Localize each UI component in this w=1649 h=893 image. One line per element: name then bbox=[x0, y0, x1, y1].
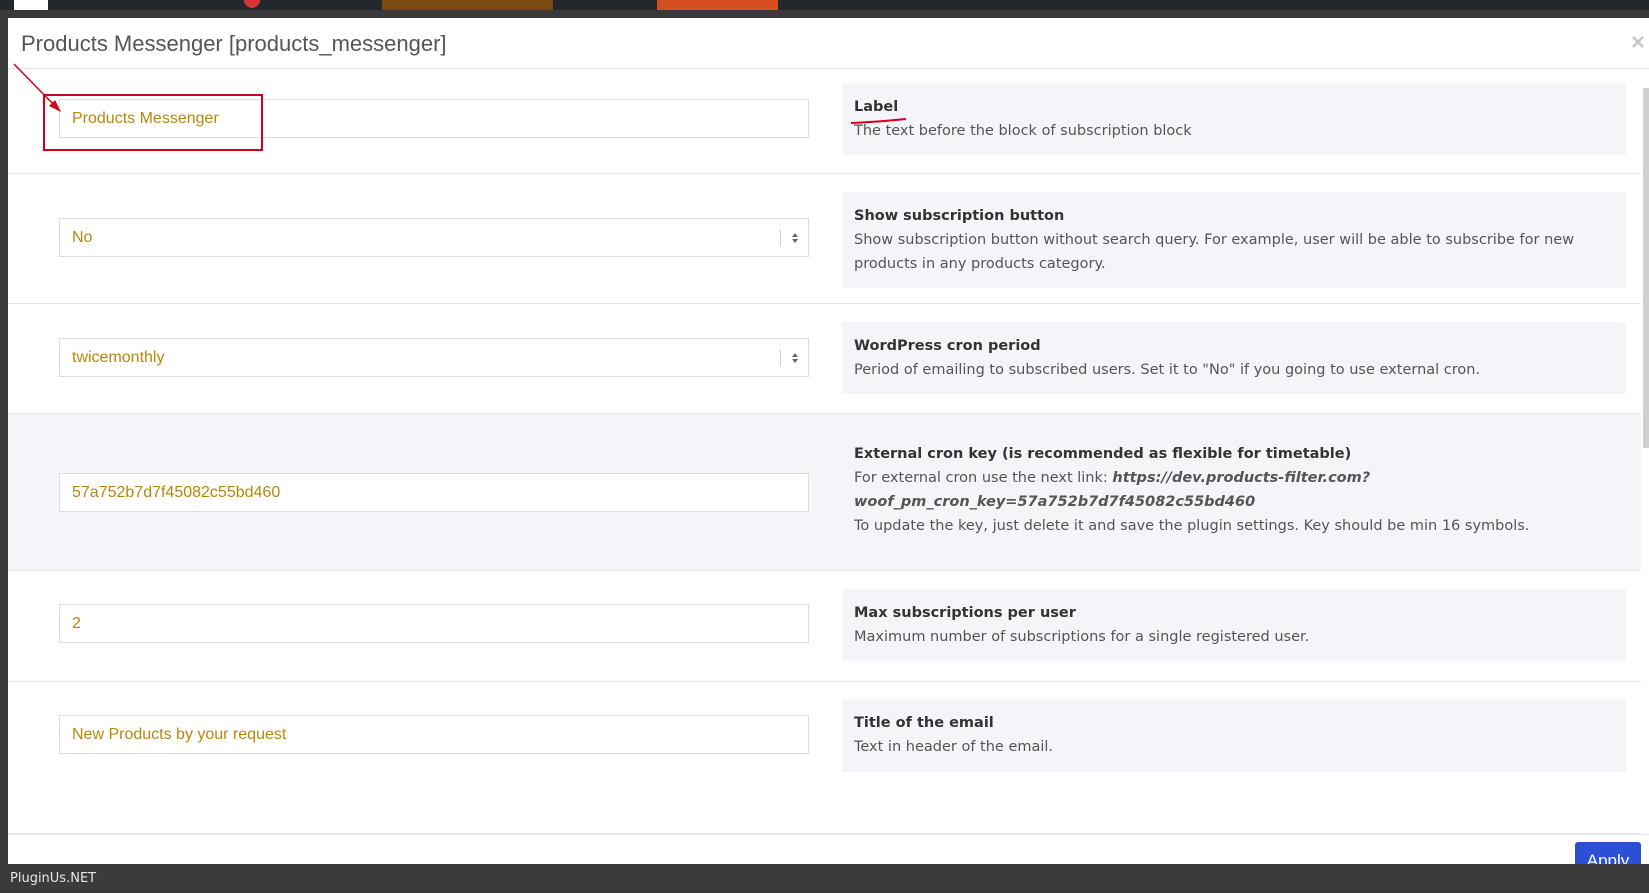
email-title-input[interactable] bbox=[59, 715, 809, 754]
notification-badge bbox=[244, 0, 260, 8]
setting-row-cron-period: twicemonthly WordPress cron period Perio… bbox=[8, 304, 1641, 414]
admin-bar-item[interactable] bbox=[382, 0, 553, 10]
settings-modal: Products Messenger [products_messenger] … bbox=[8, 18, 1649, 882]
setting-title: WordPress cron period bbox=[854, 338, 1041, 354]
setting-description: Max subscriptions per user Maximum numbe… bbox=[842, 589, 1626, 661]
max-subscriptions-input[interactable] bbox=[59, 604, 809, 643]
select-value: twicemonthly bbox=[72, 349, 165, 366]
setting-row-label: Label The text before the block of subsc… bbox=[8, 69, 1641, 174]
setting-title: Show subscription button bbox=[854, 208, 1065, 224]
setting-description: Title of the email Text in header of the… bbox=[842, 699, 1626, 772]
admin-top-bar bbox=[0, 0, 1649, 10]
setting-help-text: Maximum number of subscriptions for a si… bbox=[854, 629, 1310, 645]
setting-row-show-subscription: No Show subscription button Show subscri… bbox=[8, 174, 1641, 304]
setting-row-cron-key: External cron key (is recommended as fle… bbox=[8, 414, 1641, 571]
select-arrows-icon bbox=[780, 350, 798, 366]
close-icon[interactable]: × bbox=[1627, 31, 1649, 55]
setting-title: External cron key (is recommended as fle… bbox=[854, 446, 1352, 462]
settings-list: Label The text before the block of subsc… bbox=[8, 69, 1641, 834]
setting-title: Max subscriptions per user bbox=[854, 605, 1076, 621]
setting-help-text: Text in header of the email. bbox=[854, 739, 1054, 755]
setting-row-max-subscriptions: Max subscriptions per user Maximum numbe… bbox=[8, 571, 1641, 682]
setting-description: External cron key (is recommended as fle… bbox=[842, 430, 1626, 555]
setting-help-text: Period of emailing to subscribed users. … bbox=[854, 362, 1481, 378]
label-input[interactable] bbox=[59, 99, 809, 138]
setting-description: Show subscription button Show subscripti… bbox=[842, 192, 1626, 288]
select-arrows-icon bbox=[780, 230, 798, 246]
setting-description: Label The text before the block of subsc… bbox=[842, 83, 1626, 155]
show-subscription-select[interactable]: No bbox=[59, 218, 809, 257]
cron-period-select[interactable]: twicemonthly bbox=[59, 338, 809, 377]
setting-description: WordPress cron period Period of emailing… bbox=[842, 322, 1626, 394]
status-bar-text: PluginUs.NET bbox=[10, 871, 97, 886]
modal-header: Products Messenger [products_messenger] … bbox=[8, 18, 1649, 69]
admin-bar-logo[interactable] bbox=[14, 0, 48, 10]
status-bar: PluginUs.NET bbox=[0, 864, 1649, 893]
setting-help-text: To update the key, just delete it and sa… bbox=[854, 518, 1530, 534]
setting-help-text: The text before the block of subscriptio… bbox=[854, 123, 1192, 139]
help-text-prefix: For external cron use the next link: bbox=[854, 470, 1113, 486]
setting-title: Title of the email bbox=[854, 715, 994, 731]
setting-help-text: For external cron use the next link: htt… bbox=[854, 466, 1614, 514]
cron-key-input[interactable] bbox=[59, 473, 809, 512]
admin-bar-item-active[interactable] bbox=[657, 0, 778, 10]
setting-row-email-title: Title of the email Text in header of the… bbox=[8, 682, 1641, 834]
modal-scrollbar[interactable] bbox=[1643, 88, 1649, 448]
select-value: No bbox=[72, 229, 93, 246]
setting-title: Label bbox=[854, 99, 899, 115]
setting-help-text: Show subscription button without search … bbox=[854, 232, 1575, 272]
modal-title: Products Messenger [products_messenger] bbox=[21, 31, 447, 56]
